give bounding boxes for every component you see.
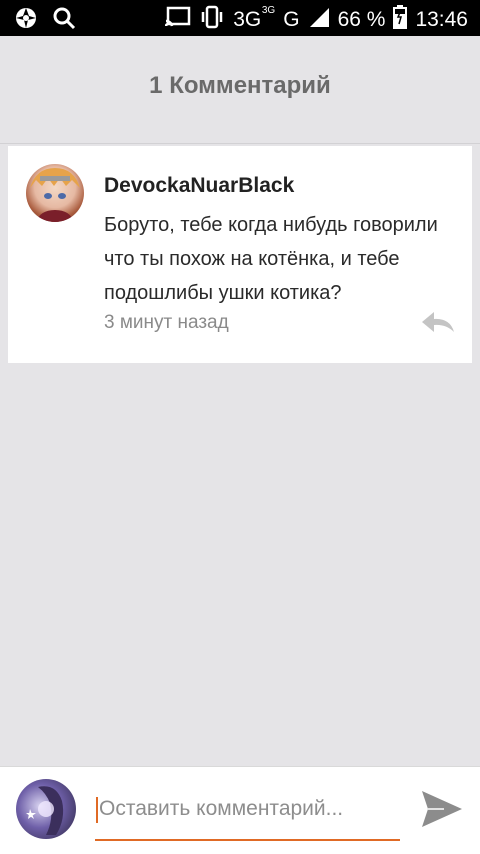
- network-3g-sup-label: 3G: [261, 5, 276, 16]
- avatar[interactable]: [26, 164, 84, 222]
- comment-time: 3 минут назад: [104, 312, 229, 333]
- vibrate-icon: [199, 5, 225, 35]
- network-g-label: G: [283, 8, 300, 31]
- comment-input[interactable]: [95, 789, 400, 829]
- comment-input-wrapper: [95, 789, 400, 841]
- signal-icon: [308, 6, 330, 34]
- battery-icon: [393, 5, 408, 35]
- comment-text: Боруто, тебе когда нибудь говорили что т…: [104, 214, 438, 304]
- network-3g-label: 3G 3G: [233, 5, 276, 31]
- status-bar: 3G 3G G 66 % 13:46: [0, 0, 480, 36]
- page-title: 1 Комментарий: [149, 72, 331, 99]
- clock: 13:46: [415, 8, 468, 31]
- comment-author[interactable]: DevockaNuarBlack: [104, 174, 294, 198]
- comment-card: DevockaNuarBlack Боруто, тебе когда нибу…: [8, 146, 472, 363]
- search-icon: [52, 6, 76, 35]
- send-icon[interactable]: [420, 789, 464, 829]
- comment-composer: [0, 766, 480, 854]
- battery-percent: 66 %: [337, 8, 386, 31]
- reply-icon[interactable]: [420, 310, 456, 334]
- cast-icon: [164, 6, 191, 34]
- aperture-icon: [14, 6, 38, 35]
- header: 1 Комментарий: [0, 36, 480, 144]
- my-avatar[interactable]: [16, 779, 76, 839]
- text-caret: [96, 797, 98, 823]
